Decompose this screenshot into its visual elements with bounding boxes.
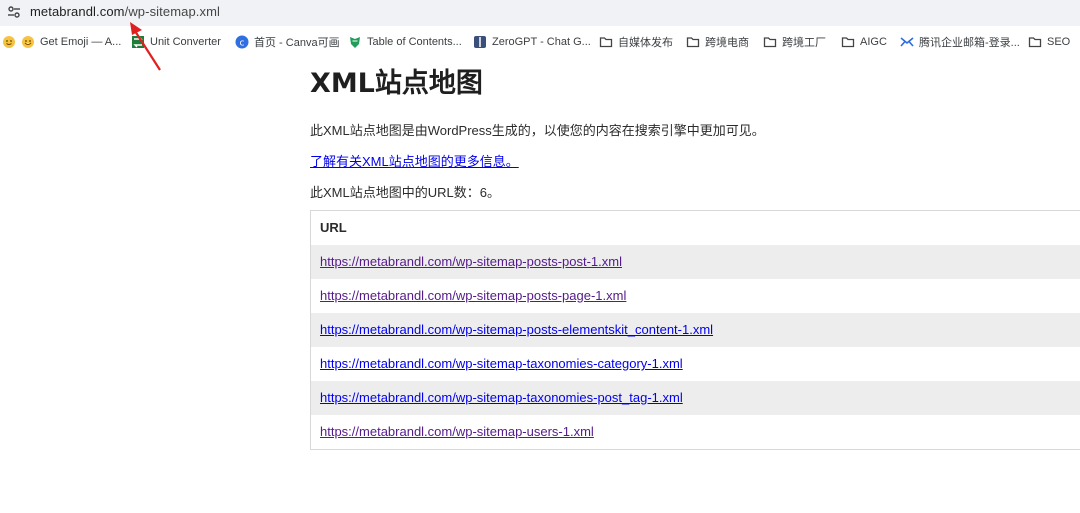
site-info-icon[interactable] <box>7 5 21 19</box>
bookmark-get-emoji[interactable]: Get Emoji — A... <box>2 31 121 53</box>
sitemap-description: 此XML站点地图是由WordPress生成的，以使您的内容在搜索引擎中更加可见。 <box>310 123 765 138</box>
bookmark-label: 跨境工厂 <box>782 37 826 49</box>
url-count: 此XML站点地图中的URL数：6。 <box>310 185 500 200</box>
folder-icon <box>599 37 613 48</box>
bookmark-label: 自媒体发布 <box>618 37 673 49</box>
bookmark-zerogpt[interactable]: ZeroGPT - Chat G... <box>473 31 591 53</box>
bookmark-label: 跨境电商 <box>705 37 749 49</box>
table-header-url: URL <box>320 220 347 235</box>
bookmark-folder-cross-border-factory[interactable]: 跨境工厂 <box>763 31 826 53</box>
unit-converter-icon <box>132 36 144 48</box>
folder-icon <box>763 37 777 48</box>
canva-icon: c <box>235 35 249 49</box>
bookmark-label: Table of Contents... <box>367 36 462 48</box>
learn-more-link[interactable]: 了解有关XML站点地图的更多信息。 <box>310 151 519 170</box>
table-row: https://metabrandl.com/wp-sitemap-posts-… <box>311 279 1080 313</box>
bookmark-label: SEO <box>1047 36 1071 48</box>
address-bar[interactable]: metabrandl.com/wp-sitemap.xml <box>0 0 1080 26</box>
table-row: https://metabrandl.com/wp-sitemap-posts-… <box>311 313 1080 347</box>
zerogpt-icon <box>474 36 486 48</box>
table-row: https://metabrandl.com/wp-sitemap-posts-… <box>311 245 1080 279</box>
sitemap-link[interactable]: https://metabrandl.com/wp-sitemap-taxono… <box>320 390 683 405</box>
bookmark-label: Get Emoji — A... <box>40 36 122 48</box>
url-text[interactable]: metabrandl.com/wp-sitemap.xml <box>30 4 220 19</box>
sitemap-link[interactable]: https://metabrandl.com/wp-sitemap-users-… <box>320 424 594 439</box>
svg-text:c: c <box>240 38 245 48</box>
emoji-face-icon <box>22 36 34 48</box>
bookmark-folder-aigc[interactable]: AIGC <box>841 31 887 53</box>
emoji-icon <box>3 36 15 48</box>
sitemap-link[interactable]: https://metabrandl.com/wp-sitemap-taxono… <box>320 356 683 371</box>
table-row: https://metabrandl.com/wp-sitemap-taxono… <box>311 381 1080 415</box>
sitemap-link[interactable]: https://metabrandl.com/wp-sitemap-posts-… <box>320 322 713 337</box>
bookmarks-bar: Get Emoji — A... Unit Converter c 首页 - C… <box>0 31 1080 53</box>
table-row: https://metabrandl.com/wp-sitemap-users-… <box>311 415 1080 449</box>
bookmark-label: AIGC <box>860 36 887 48</box>
page-title: XML站点地图 <box>310 68 483 99</box>
sitemap-content: XML站点地图 此XML站点地图是由WordPress生成的，以使您的内容在搜索… <box>310 66 1080 450</box>
bookmark-folder-seo[interactable]: SEO <box>1028 31 1070 53</box>
folder-icon <box>1028 37 1042 48</box>
table-row: https://metabrandl.com/wp-sitemap-taxono… <box>311 347 1080 381</box>
bookmark-folder-self-media[interactable]: 自媒体发布 <box>599 31 673 53</box>
folder-icon <box>841 37 855 48</box>
sitemap-link[interactable]: https://metabrandl.com/wp-sitemap-posts-… <box>320 288 626 303</box>
tencent-mail-icon <box>900 37 914 47</box>
bookmark-label: ZeroGPT - Chat G... <box>492 36 591 48</box>
bookmark-table-of-contents[interactable]: Table of Contents... <box>348 31 462 53</box>
sitemap-link[interactable]: https://metabrandl.com/wp-sitemap-posts-… <box>320 254 622 269</box>
bookmark-tencent-mail[interactable]: 腾讯企业邮箱-登录... <box>900 31 1020 53</box>
url-domain: metabrandl.com <box>30 4 125 19</box>
bookmark-label: 腾讯企业邮箱-登录... <box>919 37 1020 49</box>
bookmark-folder-cross-border-ecommerce[interactable]: 跨境电商 <box>686 31 749 53</box>
shield-icon <box>350 37 360 48</box>
bookmark-label: Unit Converter <box>150 36 221 48</box>
folder-icon <box>686 37 700 48</box>
bookmark-canva[interactable]: c 首页 - Canva可画 <box>235 31 340 53</box>
sitemap-table: URL https://metabrandl.com/wp-sitemap-po… <box>310 210 1080 450</box>
bookmark-label: 首页 - Canva可画 <box>254 37 340 49</box>
url-path: /wp-sitemap.xml <box>124 4 221 19</box>
bookmark-unit-converter[interactable]: Unit Converter <box>131 31 221 53</box>
